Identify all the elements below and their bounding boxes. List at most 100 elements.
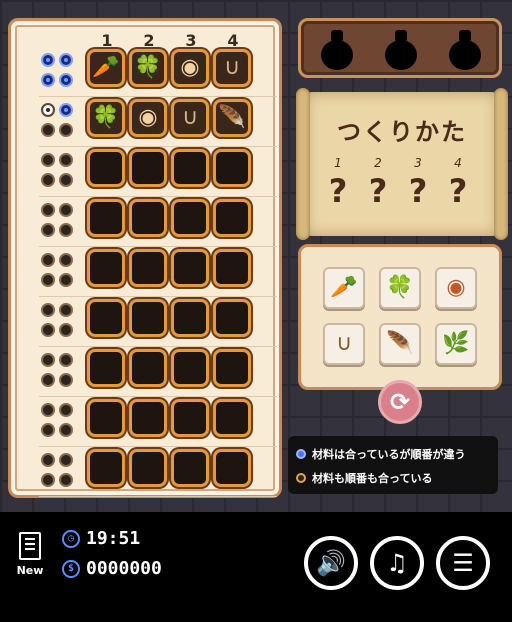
feedback-peg	[59, 103, 73, 117]
row-divider	[39, 96, 277, 97]
feedback-pegs	[39, 101, 75, 141]
pick-eye[interactable]: ◉	[435, 267, 477, 309]
new-label: New	[16, 564, 44, 577]
feather-icon: 🪶	[386, 331, 414, 356]
feedback-peg	[41, 103, 55, 117]
pick-carrot[interactable]: 🥕	[323, 267, 365, 309]
ingredient-slot[interactable]	[87, 249, 125, 287]
hamburger-icon: ☰	[452, 549, 474, 577]
ingredient-slot[interactable]	[87, 399, 125, 437]
feedback-peg	[41, 273, 55, 287]
hidden-ingredient-4: ?	[448, 172, 468, 210]
money: $0000000	[62, 558, 162, 579]
ingredient-slot[interactable]	[87, 299, 125, 337]
menu-button[interactable]: ☰	[436, 536, 490, 590]
ingredient-slot[interactable]	[87, 149, 125, 187]
refresh-icon: ⟳	[389, 388, 411, 416]
feedback-peg	[59, 53, 73, 67]
ingredient-slot[interactable]: ∪	[213, 49, 251, 87]
ingredient-slot[interactable]	[87, 349, 125, 387]
reset-button[interactable]: ⟳	[378, 380, 422, 424]
ingredient-slot[interactable]	[129, 149, 167, 187]
ingredient-slot[interactable]	[171, 299, 209, 337]
new-game-button[interactable]: New	[12, 532, 48, 578]
ingredient-slot[interactable]	[171, 199, 209, 237]
pick-herb[interactable]: 🌿	[435, 323, 477, 365]
feedback-peg	[41, 223, 55, 237]
ingredient-slot[interactable]	[129, 349, 167, 387]
ingredient-slot[interactable]	[87, 449, 125, 487]
row-divider	[39, 346, 277, 347]
feedback-pegs	[39, 151, 75, 191]
ingredient-slot[interactable]	[171, 449, 209, 487]
row-divider	[39, 146, 277, 147]
sound-button[interactable]: 🔊	[304, 536, 358, 590]
feedback-pegs	[39, 51, 75, 91]
ingredient-slot[interactable]	[171, 249, 209, 287]
feedback-pegs	[39, 301, 75, 341]
feedback-peg	[41, 203, 55, 217]
ingredient-slot[interactable]	[87, 199, 125, 237]
pick-clover[interactable]: 🍀	[379, 267, 421, 309]
feedback-pegs	[39, 451, 75, 491]
ingredient-slot[interactable]	[213, 199, 251, 237]
ingredient-picker: 🥕 🍀 ◉ ∪ 🪶 🌿	[298, 244, 502, 390]
feedback-peg	[59, 73, 73, 87]
document-icon	[19, 532, 41, 560]
herb-icon: 🌿	[442, 331, 470, 356]
ingredient-slot[interactable]	[129, 449, 167, 487]
ingredient-slot[interactable]	[213, 349, 251, 387]
ingredient-slot[interactable]	[213, 149, 251, 187]
white-peg-icon	[296, 473, 306, 483]
ingredient-slot[interactable]: 🍀	[87, 99, 125, 137]
ingredient-slot[interactable]	[171, 149, 209, 187]
feedback-peg	[41, 153, 55, 167]
feedback-peg	[41, 173, 55, 187]
feedback-peg	[59, 153, 73, 167]
column-label-1: 1	[101, 31, 113, 50]
ingredient-slot[interactable]: ◉	[129, 99, 167, 137]
pick-horseshoe[interactable]: ∪	[323, 323, 365, 365]
ingredient-slot[interactable]	[213, 249, 251, 287]
money-value: 0000000	[86, 558, 162, 579]
feedback-peg	[59, 353, 73, 367]
feedback-peg	[41, 353, 55, 367]
ingredient-slot[interactable]	[171, 349, 209, 387]
guess-row: 🥕 🍀 ◉ ∪	[39, 49, 277, 97]
clover-icon: 🍀	[134, 55, 162, 80]
ingredient-slot[interactable]: ◉	[171, 49, 209, 87]
horseshoe-icon: ∪	[335, 331, 353, 356]
ingredient-slot[interactable]	[129, 249, 167, 287]
pick-feather[interactable]: 🪶	[379, 323, 421, 365]
ingredient-slot[interactable]	[129, 399, 167, 437]
ingredient-slot[interactable]: ∪	[171, 99, 209, 137]
blue-peg-icon	[296, 449, 306, 459]
feedback-peg	[41, 423, 55, 437]
legend-exact: 材料も順番も合っている	[296, 470, 432, 486]
feedback-peg	[41, 373, 55, 387]
recipe-number-1: 1	[334, 156, 342, 170]
ingredient-slot[interactable]: 🍀	[129, 49, 167, 87]
legend-partial: 材料は合っているが順番が違う	[296, 446, 465, 462]
feedback-pegs	[39, 251, 75, 291]
feedback-peg	[41, 123, 55, 137]
potion-slots-panel	[298, 18, 502, 78]
ingredient-slot[interactable]	[213, 299, 251, 337]
ingredient-slot[interactable]	[129, 199, 167, 237]
feedback-peg	[59, 273, 73, 287]
recipe-number-2: 2	[374, 156, 382, 170]
feedback-peg	[59, 453, 73, 467]
clover-icon: 🍀	[92, 105, 120, 130]
music-button[interactable]: ♫	[370, 536, 424, 590]
ingredient-slot[interactable]	[171, 399, 209, 437]
ingredient-slot[interactable]: 🥕	[87, 49, 125, 87]
feedback-peg	[59, 403, 73, 417]
feedback-peg	[41, 303, 55, 317]
ingredient-slot[interactable]: 🪶	[213, 99, 251, 137]
dollar-icon: $	[62, 560, 80, 578]
ingredient-slot[interactable]	[213, 449, 251, 487]
column-label-2: 2	[143, 31, 155, 50]
row-divider	[39, 396, 277, 397]
ingredient-slot[interactable]	[213, 399, 251, 437]
ingredient-slot[interactable]	[129, 299, 167, 337]
